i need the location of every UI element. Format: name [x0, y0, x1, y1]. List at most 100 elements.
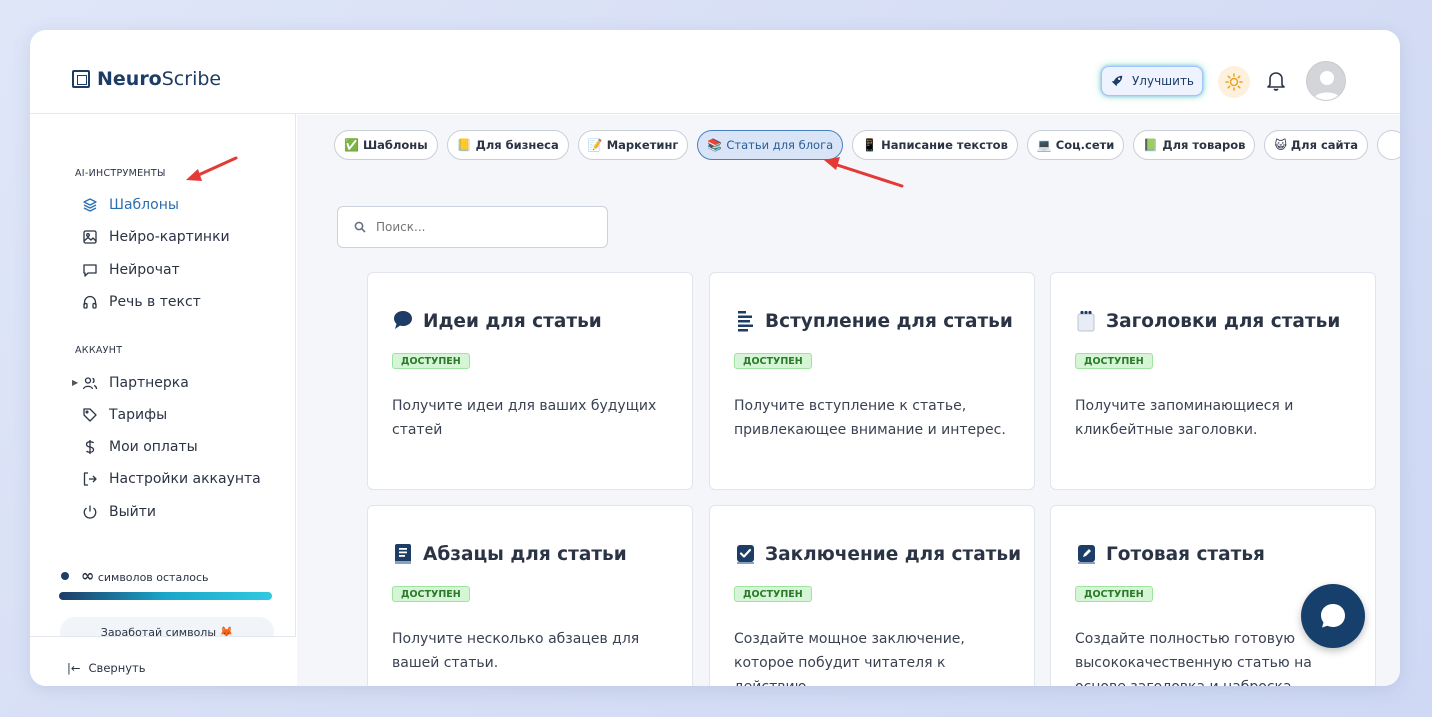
annotation-arrow-chip [824, 157, 904, 188]
chip-templates[interactable]: ✅ Шаблоны [334, 130, 438, 160]
sun-icon [1225, 73, 1243, 91]
card-title: Готовая статья [1075, 542, 1265, 566]
chip-business[interactable]: 📒 Для бизнеса [446, 130, 569, 160]
text-lines-icon [738, 311, 753, 332]
rocket-icon [1111, 75, 1123, 87]
power-icon [83, 505, 97, 519]
card-title: Заголовки для статьи [1075, 309, 1340, 333]
card-title: Абзацы для статьи [392, 542, 627, 566]
check-box-icon [737, 545, 754, 564]
collapse-label: Свернуть [88, 661, 146, 675]
sidebar-item-label: Шаблоны [109, 197, 179, 213]
sidebar-item-label: Нейрочат [109, 262, 180, 278]
theme-toggle[interactable] [1218, 66, 1250, 98]
sidebar-item-account-settings[interactable]: Настройки аккаунта [82, 471, 261, 487]
card-description: Создайте мощное заключение, которое побу… [734, 631, 965, 686]
card-title: Вступление для статьи [734, 309, 1013, 333]
upgrade-button[interactable]: Улучшить [1101, 66, 1203, 96]
notepad-icon [1077, 310, 1095, 332]
sidebar-item-label: Мои оплаты [109, 439, 198, 455]
image-icon [83, 230, 97, 244]
credits-text: символов осталось [97, 571, 209, 584]
template-card-headlines[interactable]: Заголовки для статьи ДОСТУПЕН Получите з… [1050, 272, 1376, 490]
app-window: NeuroScribe Улучшить AI-ИНСТРУМЕНТЫ Шабл… [30, 30, 1400, 686]
card-title-text: Идеи для статьи [423, 310, 602, 332]
chip-emoji: 💻 [1036, 138, 1052, 152]
dollar-icon [85, 440, 95, 454]
speech-bubble-icon [394, 311, 412, 329]
credits-counter: ∞ символов осталось [61, 566, 209, 585]
card-title-text: Вступление для статьи [765, 310, 1013, 332]
sidebar-item-payments[interactable]: Мои оплаты [82, 439, 198, 455]
sidebar-item-templates[interactable]: Шаблоны [82, 197, 179, 213]
chip-website[interactable]: 😺 Для сайта [1264, 130, 1369, 160]
sidebar-item-neuro-images[interactable]: Нейро-картинки [82, 229, 230, 245]
sidebar-item-speech-to-text[interactable]: Речь в текст [82, 294, 201, 310]
sidebar-item-partner[interactable]: Партнерка [82, 375, 189, 391]
collapse-arrow-icon: |← [67, 661, 81, 675]
search-input[interactable] [376, 220, 526, 234]
credits-dot [61, 571, 69, 580]
sidebar-item-label: Тарифы [109, 407, 168, 423]
status-badge: ДОСТУПЕН [1075, 353, 1153, 369]
collapse-button[interactable]: |← Свернуть [67, 661, 146, 675]
chip-label: Соц.сети [1055, 138, 1115, 152]
chip-products[interactable]: 📗 Для товаров [1133, 130, 1256, 160]
book-icon [395, 544, 411, 564]
chip-label: Написание текстов [881, 138, 1008, 152]
chip-emoji: 📚 [707, 138, 723, 152]
annotation-arrow-sidebar [186, 156, 238, 181]
sidebar-footer: |← Свернуть [30, 636, 296, 686]
card-title-text: Готовая статья [1106, 543, 1265, 565]
chip-emoji: 😺 [1274, 138, 1287, 152]
chip-partial[interactable] [1377, 130, 1400, 160]
status-badge: ДОСТУПЕН [734, 586, 812, 602]
template-card-paragraphs[interactable]: Абзацы для статьи ДОСТУПЕН Получите неск… [367, 505, 693, 686]
caret-right-icon[interactable]: ▶ [72, 378, 78, 387]
chip-label: Для бизнеса [475, 138, 559, 152]
chat-widget-button[interactable] [1301, 584, 1365, 648]
brand-bold: Neuro [97, 68, 162, 90]
chip-marketing[interactable]: 📝 Маркетинг [577, 130, 689, 160]
sidebar-item-tariffs[interactable]: Тарифы [82, 407, 167, 423]
chip-social[interactable]: 💻 Соц.сети [1026, 130, 1125, 160]
main-content: ✅ Шаблоны 📒 Для бизнеса 📝 Маркетинг 📚 Статьи… [297, 115, 1400, 686]
sidebar-item-label: Партнерка [109, 375, 189, 391]
sidebar-item-logout[interactable]: Выйти [82, 504, 156, 520]
card-description: Получите несколько абзацев для вашей ста… [392, 631, 640, 671]
upgrade-label: Улучшить [1131, 74, 1194, 88]
section-title-tools: AI-ИНСТРУМЕНТЫ [75, 168, 166, 179]
avatar[interactable] [1306, 61, 1346, 101]
sidebar-item-neurochat[interactable]: Нейрочат [82, 262, 180, 278]
template-card-intro[interactable]: Вступление для статьи ДОСТУПЕН Получите … [709, 272, 1035, 490]
card-title: Идеи для статьи [392, 309, 602, 333]
top-bar: NeuroScribe Улучшить [30, 30, 1400, 114]
credits-infinity: ∞ [81, 566, 95, 585]
layers-icon [83, 198, 97, 212]
sidebar-item-label: Настройки аккаунта [109, 471, 261, 487]
chip-emoji: 📒 [456, 138, 472, 152]
chip-label: Статьи для блога [726, 138, 834, 152]
sidebar-item-label: Речь в текст [109, 294, 201, 310]
card-description: Получите идеи для ваших будущих статей [392, 398, 657, 438]
bell-icon[interactable] [1266, 70, 1286, 92]
logo[interactable]: NeuroScribe [72, 68, 221, 90]
sidebar-item-label: Нейро-картинки [109, 229, 230, 245]
brand-light: Scribe [161, 68, 222, 90]
logout-icon [83, 472, 97, 486]
card-description: Получите вступление к статье, привлекающ… [734, 398, 1006, 438]
chip-label: Шаблоны [362, 138, 428, 152]
card-description: Получите запоминающиеся и кликбейтные за… [1075, 398, 1294, 438]
card-title-text: Заключение для статьи [765, 543, 1022, 565]
template-card-conclusion[interactable]: Заключение для статьи ДОСТУПЕН Создайте … [709, 505, 1035, 686]
user-avatar-icon [1313, 71, 1341, 100]
search-box [337, 206, 608, 248]
users-icon [82, 377, 98, 390]
chat-icon [83, 264, 97, 277]
chip-emoji: ✅ [344, 138, 359, 152]
headphones-icon [83, 295, 97, 309]
credits-progress-fill [59, 592, 272, 600]
template-card-ideas[interactable]: Идеи для статьи ДОСТУПЕН Получите идеи д… [367, 272, 693, 490]
status-badge: ДОСТУПЕН [392, 586, 470, 602]
tag-icon [83, 408, 97, 422]
